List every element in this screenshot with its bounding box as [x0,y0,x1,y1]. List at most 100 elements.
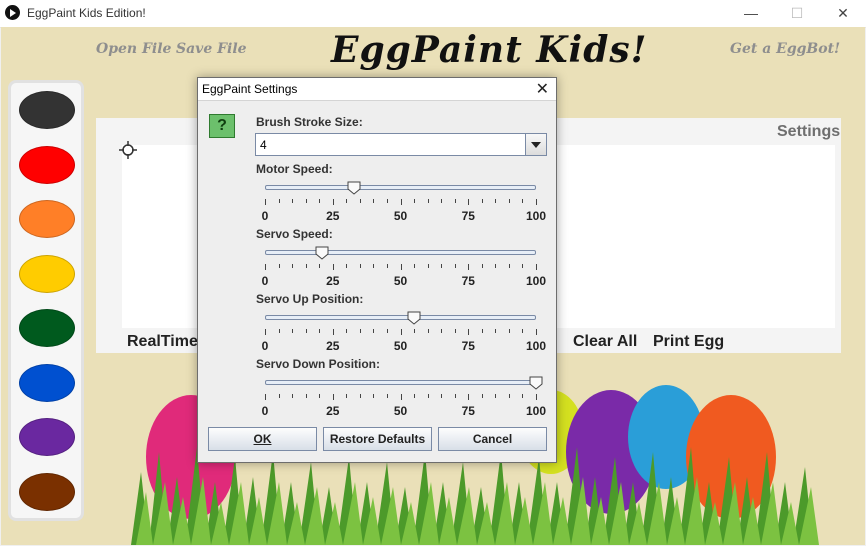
slider-tick [508,394,510,398]
get-eggbot-link[interactable]: Get a EggBot! [730,41,840,57]
slider-tick [481,199,483,203]
slider-thumb[interactable] [407,311,421,325]
slider-tick [400,394,402,400]
slider-tick-label: 75 [461,274,475,288]
maximize-button[interactable]: ☐ [774,0,820,27]
slider-tick [522,199,524,203]
chevron-down-icon[interactable] [525,134,546,155]
slider-tick [386,199,388,203]
close-icon: ✕ [837,5,849,21]
color-swatch[interactable] [19,364,75,402]
slider-thumb[interactable] [315,246,329,260]
slider-thumb[interactable] [529,376,543,390]
slider-tick [495,199,497,203]
slider-tick [400,199,402,205]
slider-track[interactable] [265,250,536,255]
slider-tick-label: 50 [393,339,408,353]
color-swatch[interactable] [19,309,75,347]
slider-tick [278,199,280,203]
slider-track[interactable] [265,380,536,385]
slider-tick [346,329,348,333]
slider-tick [265,329,266,335]
slider-track[interactable] [265,315,536,320]
clear-all-button[interactable]: Clear All [573,333,637,351]
slider-tick [305,264,307,268]
slider-track[interactable] [265,185,536,190]
slider-tick [522,394,524,398]
save-file-link[interactable]: Save File [176,41,247,57]
dialog-close-button[interactable]: ✕ [536,79,549,99]
slider-tick [400,329,402,335]
slider-tick [495,394,497,398]
ok-button[interactable]: OK [208,427,317,451]
slider-tick [332,199,334,205]
slider-tick-label: 50 [393,404,408,418]
slider-tick [319,264,321,268]
slider-tick [386,329,388,333]
settings-link[interactable]: Settings [777,123,840,141]
color-swatch[interactable] [19,473,75,511]
slider-tick [508,264,510,268]
slider-tick [373,394,375,398]
minimize-button[interactable]: — [728,0,774,27]
slider-thumb[interactable] [347,181,361,195]
brush-size-combobox[interactable]: 4 [255,133,547,156]
slider-tick-label: 75 [461,404,475,418]
slider-tick [265,199,266,205]
slider-tick [427,264,429,268]
slider-tick [508,329,510,333]
slider-tick [441,199,443,203]
slider-tick [305,199,307,203]
settings-slider[interactable]: 0 25 50 75 100 [256,375,552,425]
close-window-button[interactable]: ✕ [820,0,866,27]
restore-defaults-button[interactable]: Restore Defaults [323,427,432,451]
slider-tick [292,394,294,398]
slider-tick [468,199,470,205]
slider-tick [536,394,537,400]
slider-tick [454,199,456,203]
slider-tick [359,329,361,333]
window-titlebar: EggPaint Kids Edition! — ☐ ✕ [0,0,866,28]
slider-tick-label: 100 [525,209,547,223]
slider-tick-label: 0 [261,274,269,288]
print-egg-button[interactable]: Print Egg [653,333,724,351]
dialog-titlebar: EggPaint Settings ✕ [198,78,556,101]
settings-slider[interactable]: 0 25 50 75 100 [256,245,552,295]
settings-slider[interactable]: 0 25 50 75 100 [256,180,552,230]
slider-tick [522,329,524,333]
slider-tick-label: 25 [326,209,340,223]
slider-tick [495,264,497,268]
color-swatch[interactable] [19,200,75,238]
slider-tick [414,199,416,203]
color-palette [8,80,84,521]
slider-tick [278,264,280,268]
color-swatch[interactable] [19,418,75,456]
cancel-button[interactable]: Cancel [438,427,547,451]
slider-tick-label: 75 [461,209,475,223]
app-icon [5,5,20,20]
slider-tick [305,394,307,398]
slider-tick [481,329,483,333]
color-swatch[interactable] [19,255,75,293]
color-swatch[interactable] [19,146,75,184]
slider-tick [441,264,443,268]
slider-tick-label: 100 [525,339,547,353]
open-file-link[interactable]: Open File [96,41,171,57]
crosshair-icon[interactable] [119,141,137,159]
slider-tick [441,329,443,333]
slider-tick [332,394,334,400]
slider-tick [441,394,443,398]
slider-tick-label: 100 [525,404,547,418]
settings-slider[interactable]: 0 25 50 75 100 [256,310,552,360]
slider-tick [481,264,483,268]
slider-tick [481,394,483,398]
color-swatch[interactable] [19,91,75,129]
slider-tick [414,329,416,333]
slider-tick [319,329,321,333]
slider-tick [265,394,266,400]
slider-tick [427,329,429,333]
slider-tick-label: 0 [261,404,269,418]
app-heading: EggPaint Kids! [331,29,648,71]
slider-tick [427,394,429,398]
slider-tick [373,329,375,333]
